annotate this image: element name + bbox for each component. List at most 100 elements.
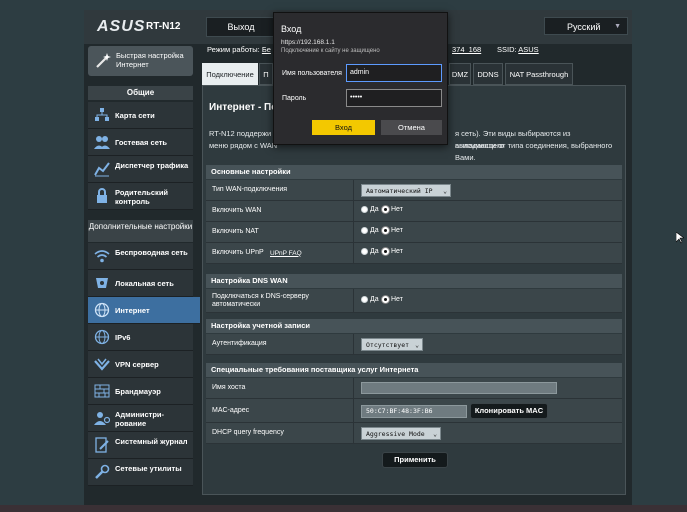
parental-lock-icon: [97, 188, 107, 203]
chevron-down-icon: ▼: [614, 23, 621, 30]
sidebar-item-ipv6[interactable]: IPv6: [88, 324, 193, 351]
mouse-cursor-icon: [676, 232, 684, 244]
firmware-version[interactable]: 374_168: [452, 45, 481, 54]
sidebar-item-traffic-manager[interactable]: Диспетчер трафика: [88, 156, 193, 183]
auto-dns-no-radio[interactable]: Нет: [382, 296, 403, 303]
row-dhcp-frequency: DHCP query frequency Aggressive Mode ⌄: [206, 423, 622, 444]
row-enable-nat: Включить NAT Да Нет: [206, 222, 622, 243]
sidebar-item-label: VPN сервер: [115, 360, 159, 369]
sidebar-item-label: Сетевые утилиты: [115, 464, 182, 473]
login-ok-button[interactable]: Вход: [312, 120, 375, 135]
row-divider: [353, 399, 354, 422]
admin-icon: [94, 412, 110, 425]
enable-wan-yes-radio[interactable]: Да: [361, 206, 379, 213]
login-dialog: Вход https://192.168.1.1 Подключение к с…: [273, 12, 448, 145]
model-name: RT-N12: [146, 21, 181, 32]
radio-label: Нет: [391, 227, 403, 234]
row-mac-address: MAC-адрес 50:C7:BF:48:3F:B6 Клонировать …: [206, 399, 622, 423]
tab-nat-passthrough[interactable]: NAT Passthrough: [505, 63, 573, 85]
desc-line1-start: RT-N12 поддержи: [209, 129, 272, 138]
auth-label: Аутентификация: [212, 340, 267, 347]
sidebar-item-label: IPv6: [115, 333, 131, 342]
desc-line2-end: ависимости от типа соединения, выбранног…: [455, 141, 613, 162]
apply-button[interactable]: Применить: [382, 452, 448, 468]
clone-mac-button[interactable]: Клонировать MAC: [470, 403, 548, 419]
sidebar-item-internet[interactable]: Интернет: [88, 297, 200, 324]
network-map-icon: [95, 108, 109, 121]
chevron-down-icon: ⌄: [433, 430, 437, 438]
tab-partial[interactable]: П: [259, 63, 273, 85]
enable-upnp-no-radio[interactable]: Нет: [382, 248, 403, 255]
tab-connection[interactable]: Подключение: [202, 63, 258, 85]
sidebar-item-label: Локальная сеть: [115, 279, 174, 288]
sidebar-item-label: Брандмауэр: [115, 387, 161, 396]
radio-label: Нет: [391, 248, 403, 255]
language-value: Русский: [567, 22, 601, 32]
row-wan-type: Тип WAN-подключения Автоматический IP ⌄: [206, 180, 622, 201]
dhcp-frequency-select[interactable]: Aggressive Mode ⌄: [361, 427, 441, 440]
sidebar-item-label: Беспроводная сеть: [115, 248, 188, 257]
ssid-label: SSID:: [497, 45, 517, 54]
row-enable-upnp: Включить UPnP UPnP FAQ Да Нет: [206, 243, 622, 264]
login-cancel-button[interactable]: Отмена: [381, 120, 442, 135]
row-divider: [353, 180, 354, 200]
mac-address-input[interactable]: 50:C7:BF:48:3F:B6: [361, 405, 467, 418]
tab-ddns[interactable]: DDNS: [473, 63, 503, 85]
language-select[interactable]: Русский ▼: [544, 17, 628, 35]
row-divider: [353, 222, 354, 242]
globe-icon: [94, 302, 110, 318]
sidebar-item-network-map[interactable]: Карта сети: [88, 102, 193, 129]
upnp-faq-link[interactable]: UPnP FAQ: [270, 243, 302, 263]
chevron-down-icon: ⌄: [443, 187, 447, 195]
system-log-icon: [95, 437, 109, 453]
enable-upnp-yes-radio[interactable]: Да: [361, 248, 379, 255]
settings-panel: Интернет - Под RT-N12 поддержи я сеть). …: [202, 85, 626, 495]
enable-wan-no-radio[interactable]: Нет: [382, 206, 403, 213]
radio-label: Да: [370, 296, 379, 303]
auth-select[interactable]: Отсутствует ⌄: [361, 338, 423, 351]
radio-dot-selected: [382, 227, 389, 234]
sidebar-item-wireless[interactable]: Беспроводная сеть: [88, 243, 193, 270]
sidebar-item-label: Системный журнал: [115, 437, 188, 446]
radio-label: Нет: [391, 206, 403, 213]
tab-dmz[interactable]: DMZ: [449, 63, 471, 85]
sidebar-item-firewall[interactable]: Брандмауэр: [88, 378, 193, 405]
enable-nat-no-radio[interactable]: Нет: [382, 227, 403, 234]
sidebar-item-lan[interactable]: Локальная сеть: [88, 270, 193, 297]
radio-dot: [361, 227, 368, 234]
sidebar-item-parental-control[interactable]: Родительский контроль: [88, 183, 193, 210]
hostname-label: Имя хоста: [212, 384, 246, 391]
mode-value[interactable]: Бе: [262, 45, 271, 54]
enable-nat-label: Включить NAT: [212, 228, 259, 235]
taskbar-strip: [0, 505, 687, 512]
hostname-input[interactable]: [361, 382, 557, 394]
asus-logo: ASUS: [97, 18, 146, 35]
ipv6-globe-icon: [94, 329, 110, 345]
quick-setup-button[interactable]: Быстрая настройка Интернет: [88, 46, 193, 76]
sidebar-item-network-tools[interactable]: Сетевые утилиты: [88, 459, 193, 486]
password-input[interactable]: •••••: [346, 89, 442, 107]
sidebar-advanced-header: Дополнительные настройки: [88, 220, 193, 242]
status-line: Режим работы: Бе 374_168 SSID: ASUS: [207, 45, 539, 54]
radio-label: Да: [370, 227, 379, 234]
row-hostname: Имя хоста: [206, 378, 622, 399]
enable-nat-yes-radio[interactable]: Да: [361, 227, 379, 234]
sidebar-item-label: Карта сети: [115, 111, 155, 120]
radio-dot: [361, 248, 368, 255]
sidebar-item-guest-network[interactable]: Гостевая сеть: [88, 129, 193, 156]
auth-value: Отсутствует: [366, 341, 410, 349]
sidebar-item-system-log[interactable]: Системный журнал: [88, 432, 193, 459]
row-divider: [353, 334, 354, 354]
password-label: Пароль: [282, 95, 307, 102]
lan-icon: [96, 278, 108, 288]
ssid-value[interactable]: ASUS: [518, 45, 538, 54]
radio-dot-selected: [382, 296, 389, 303]
auto-dns-yes-radio[interactable]: Да: [361, 296, 379, 303]
row-auto-dns: Подключаться к DNS-серверу автоматически…: [206, 289, 622, 313]
section-account-header: Настройка учетной записи: [206, 319, 622, 333]
sidebar-item-administration[interactable]: Администри-рование: [88, 405, 193, 432]
logout-button[interactable]: Выход: [206, 17, 276, 37]
username-input[interactable]: admin: [346, 64, 442, 82]
wan-type-select[interactable]: Автоматический IP ⌄: [361, 184, 451, 197]
sidebar-item-vpn-server[interactable]: VPN сервер: [88, 351, 193, 378]
